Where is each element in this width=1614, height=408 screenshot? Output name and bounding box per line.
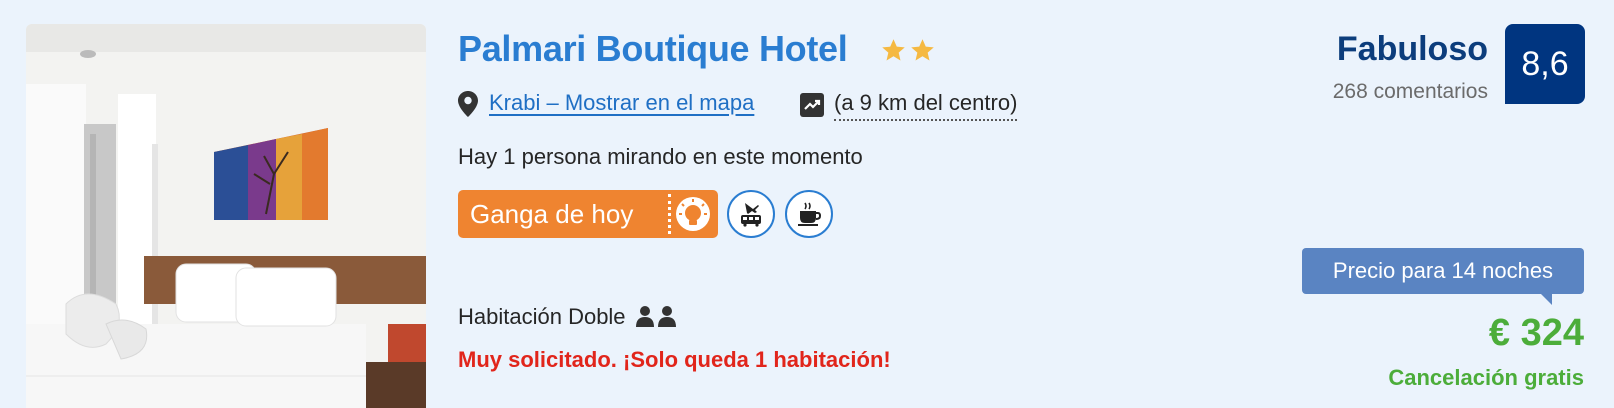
- star-rating: [880, 37, 936, 64]
- deal-label: Ganga de hoy: [470, 198, 634, 229]
- price-nights-label: Precio para 14 noches: [1302, 248, 1584, 305]
- hotel-card: Palmari Boutique Hotel Krabi – Mostrar e…: [0, 0, 1614, 408]
- room-type-row: Habitación Doble: [458, 304, 678, 330]
- deal-badge[interactable]: Ganga de hoy: [458, 190, 718, 238]
- deal-divider: [668, 194, 671, 234]
- review-score-badge[interactable]: 8,6: [1505, 24, 1585, 104]
- people-watching-text: Hay 1 persona mirando en este momento: [458, 144, 863, 169]
- free-cancellation: Cancelación gratis: [1388, 365, 1584, 390]
- map-pin-icon: [458, 91, 478, 117]
- distance-from-center[interactable]: (a 9 km del centro): [834, 90, 1018, 121]
- hotel-photo[interactable]: [26, 24, 426, 408]
- star-icon: [911, 39, 934, 61]
- room-type: Habitación Doble: [458, 304, 626, 329]
- show-on-map-link[interactable]: Krabi – Mostrar en el mapa: [489, 90, 754, 116]
- two-persons-icon: [635, 306, 676, 327]
- review-count[interactable]: 268 comentarios: [1333, 80, 1488, 104]
- hotel-name-link[interactable]: Palmari Boutique Hotel: [458, 28, 848, 70]
- hotel-room-image: [26, 24, 426, 408]
- coffee-icon[interactable]: [785, 190, 833, 238]
- deal-lightbulb-icon: [676, 197, 710, 231]
- star-icon: [882, 39, 905, 61]
- map-trend-icon[interactable]: [800, 93, 824, 117]
- availability-warning: Muy solicitado. ¡Solo queda 1 habitación…: [458, 347, 891, 372]
- airport-shuttle-icon[interactable]: [727, 190, 775, 238]
- rating-word[interactable]: Fabuloso: [1337, 30, 1488, 69]
- price-amount: € 324: [1488, 312, 1584, 354]
